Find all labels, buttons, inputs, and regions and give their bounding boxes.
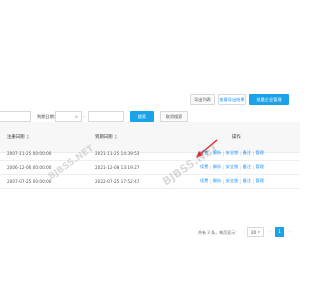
expire-date-cell: 2021-11-25 14:39:53 [95, 150, 140, 156]
row-actions: 续费 | 解析 | 安全锁 | 备注 | 管理 [200, 178, 264, 184]
view-export-result-button[interactable]: 查看导出结果 [218, 94, 246, 105]
table-row: 2007-11-25 00:00:00 2021-11-25 14:39:53 … [0, 146, 300, 161]
dns-link[interactable]: 解析 [213, 164, 221, 170]
security-lock-link[interactable]: 安全锁 [226, 178, 239, 184]
manage-link[interactable]: 管理 [255, 150, 263, 156]
next-page-button[interactable]: › [285, 227, 294, 237]
chevron-down-icon: ▾ [258, 230, 260, 234]
sort-icon[interactable]: ▲ ▼ [27, 134, 29, 140]
note-link[interactable]: 备注 [243, 150, 251, 156]
table-row: 2007-07-25 00:00:00 2022-07-25 17:52:47 … [0, 174, 300, 189]
expire-date-cell: 2022-07-25 17:52:47 [95, 178, 140, 184]
renew-link[interactable]: 续费 [200, 164, 208, 170]
renew-link[interactable]: 续费 [200, 178, 208, 184]
manage-link[interactable]: 管理 [255, 178, 263, 184]
security-lock-link[interactable]: 安全锁 [226, 164, 239, 170]
search-button[interactable]: 搜索 [130, 111, 154, 122]
close-circle-icon[interactable]: ⊗ [75, 114, 78, 119]
note-link[interactable]: 备注 [243, 178, 251, 184]
note-link[interactable]: 备注 [243, 164, 251, 170]
prev-page-button[interactable]: ‹ [266, 227, 275, 237]
table-row: 2006-12-06 00:00:00 2021-12-08 13:19:27 … [0, 160, 300, 175]
batch-manage-button[interactable]: 批量企业管理 [249, 94, 289, 105]
sort-icon[interactable]: ▲ ▼ [115, 134, 117, 140]
manage-link[interactable]: 管理 [255, 164, 263, 170]
register-date-cell: 2007-11-25 00:00:00 [7, 150, 52, 156]
expire-date-cell: 2021-12-08 13:19:27 [95, 164, 140, 170]
register-date-cell: 2007-07-25 00:00:00 [7, 178, 52, 184]
current-page-button[interactable]: 1 [275, 227, 284, 237]
dns-link[interactable]: 解析 [213, 178, 221, 184]
cancel-search-button[interactable]: 取消搜索 [160, 111, 188, 122]
security-lock-link[interactable]: 安全锁 [226, 150, 239, 156]
page-size-select[interactable]: 20 ▾ [247, 227, 264, 237]
register-date-cell: 2006-12-06 00:00:00 [7, 164, 52, 170]
range-separator: - [83, 114, 85, 119]
expire-date-end-input[interactable] [88, 111, 124, 122]
register-date-input[interactable] [0, 111, 31, 122]
pagination-total: 共有 3 条，每页显示： [198, 230, 240, 235]
expire-date-start-input[interactable]: ⊗ [55, 111, 82, 122]
row-actions: 续费 | 解析 | 安全锁 | 备注 | 管理 [200, 164, 264, 170]
export-list-button[interactable]: 导出列表 [190, 94, 215, 105]
